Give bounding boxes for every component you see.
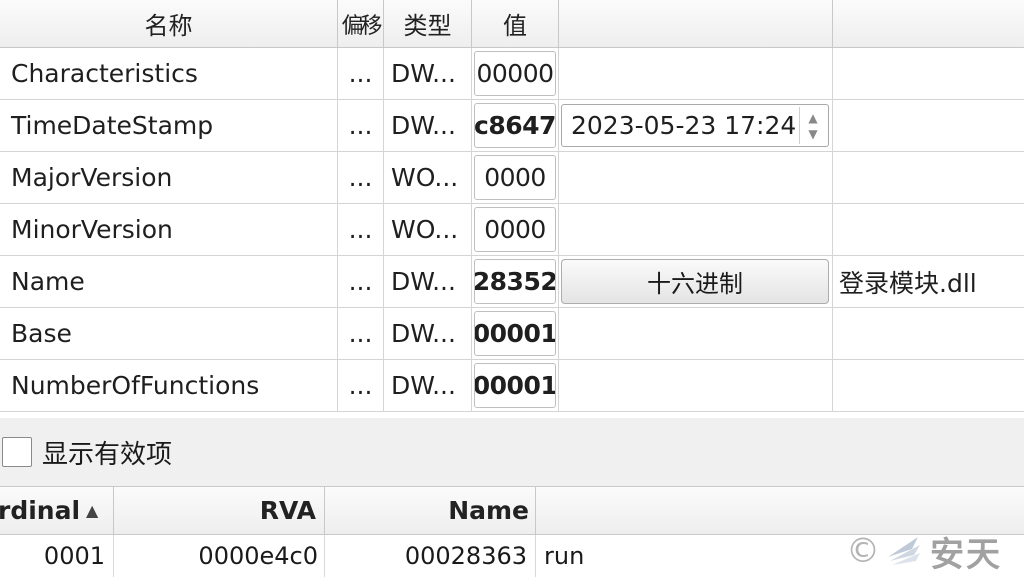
field-value-cell: 0000 <box>472 152 559 203</box>
field-value-cell: 00000 <box>472 48 559 99</box>
field-extra-cell <box>833 48 1024 99</box>
dll-name-text: 登录模块.dll <box>839 268 977 298</box>
field-value-input[interactable]: 00001 <box>474 311 556 356</box>
field-extra-cell <box>833 308 1024 359</box>
field-offset: ... <box>338 48 384 99</box>
show-valid-items-label: 显示有效项 <box>42 439 173 470</box>
header-type[interactable]: 类型 <box>384 0 472 48</box>
header-ordinal[interactable]: rdinal ▲ <box>0 487 114 535</box>
spin-down-icon[interactable]: ▼ <box>808 127 817 141</box>
field-editor-cell: 2023-05-23 17:24 ▲ ▼ <box>559 100 833 151</box>
timestamp-datetime-edit[interactable]: 2023-05-23 17:24 ▲ ▼ <box>561 104 829 147</box>
spin-up-icon[interactable]: ▲ <box>808 111 817 125</box>
field-value-cell: 0000 <box>472 204 559 255</box>
field-extra-cell <box>833 204 1024 255</box>
header-value[interactable]: 值 <box>472 0 559 48</box>
header-editor <box>559 0 833 48</box>
field-type: DW... <box>384 256 472 307</box>
show-valid-items-option[interactable]: 显示有效项 <box>0 426 400 478</box>
field-editor-cell <box>559 152 833 203</box>
field-offset: ... <box>338 152 384 203</box>
field-type: WO... <box>384 204 472 255</box>
field-editor-cell: 十六进制 <box>559 256 833 307</box>
export-directory-grid: 名称 偏移 类型 值 Characteristics ... DW... 000… <box>0 0 1024 418</box>
header-extra <box>833 0 1024 48</box>
datetime-value: 2023-05-23 17:24 <box>571 111 797 140</box>
datetime-spinner[interactable]: ▲ ▼ <box>799 107 826 144</box>
field-name: NumberOfFunctions <box>0 360 338 411</box>
show-valid-items-checkbox[interactable] <box>2 437 32 467</box>
watermark-text: 安天 <box>930 534 1002 575</box>
field-name: Name <box>0 256 338 307</box>
field-value-input[interactable]: 00000 <box>474 51 556 96</box>
field-type: DW... <box>384 308 472 359</box>
field-offset: ... <box>338 100 384 151</box>
field-editor-cell <box>559 204 833 255</box>
header-ordinal-label: rdinal <box>0 496 81 525</box>
sort-ascending-icon: ▲ <box>86 501 99 520</box>
field-editor-cell <box>559 308 833 359</box>
header-rva[interactable]: RVA <box>114 487 325 535</box>
grid-row[interactable]: MajorVersion ... WO... 0000 <box>0 152 1024 204</box>
field-offset: ... <box>338 256 384 307</box>
field-offset: ... <box>338 308 384 359</box>
grid-row[interactable]: NumberOfFunctions ... DW... 00001 <box>0 360 1024 412</box>
watermark: © 安天 <box>846 524 1022 578</box>
field-name: Base <box>0 308 338 359</box>
field-type: DW... <box>384 360 472 411</box>
hex-button[interactable]: 十六进制 <box>561 259 829 304</box>
grid-row[interactable]: TimeDateStamp ... DW... c8647 2023-05-23… <box>0 100 1024 152</box>
field-value-cell: 00001 <box>472 360 559 411</box>
field-value-input[interactable]: 00001 <box>474 363 556 408</box>
field-value-input[interactable]: 0000 <box>474 207 556 252</box>
field-name: MajorVersion <box>0 152 338 203</box>
header-name[interactable]: 名称 <box>0 0 338 48</box>
antiy-logo-icon <box>888 537 920 565</box>
field-type: DW... <box>384 48 472 99</box>
grid-row[interactable]: Base ... DW... 00001 <box>0 308 1024 360</box>
field-name: Characteristics <box>0 48 338 99</box>
grid-row[interactable]: Name ... DW... 28352 十六进制 登录模块.dll <box>0 256 1024 308</box>
field-editor-cell <box>559 48 833 99</box>
header-offset[interactable]: 偏移 <box>338 0 384 48</box>
field-name: MinorVersion <box>0 204 338 255</box>
grid-row[interactable]: MinorVersion ... WO... 0000 <box>0 204 1024 256</box>
export-name-rva: 00028363 <box>325 535 536 577</box>
field-type: DW... <box>384 100 472 151</box>
grid-row[interactable]: Characteristics ... DW... 00000 <box>0 48 1024 100</box>
field-extra-cell <box>833 152 1024 203</box>
field-value-input[interactable]: 28352 <box>474 259 556 304</box>
field-value-input[interactable]: 0000 <box>474 155 556 200</box>
export-rva: 0000e4c0 <box>114 535 325 577</box>
field-value-input[interactable]: c8647 <box>474 103 556 148</box>
field-editor-cell <box>559 360 833 411</box>
field-value-cell: 00001 <box>472 308 559 359</box>
copyright-icon: © <box>846 531 880 571</box>
field-offset: ... <box>338 360 384 411</box>
field-type: WO... <box>384 152 472 203</box>
field-value-cell: c8647 <box>472 100 559 151</box>
field-name: TimeDateStamp <box>0 100 338 151</box>
export-ordinal: 0001 <box>0 535 114 577</box>
field-value-cell: 28352 <box>472 256 559 307</box>
field-extra-cell <box>833 100 1024 151</box>
field-offset: ... <box>338 204 384 255</box>
field-extra-cell <box>833 360 1024 411</box>
header-export-name[interactable]: Name <box>325 487 536 535</box>
